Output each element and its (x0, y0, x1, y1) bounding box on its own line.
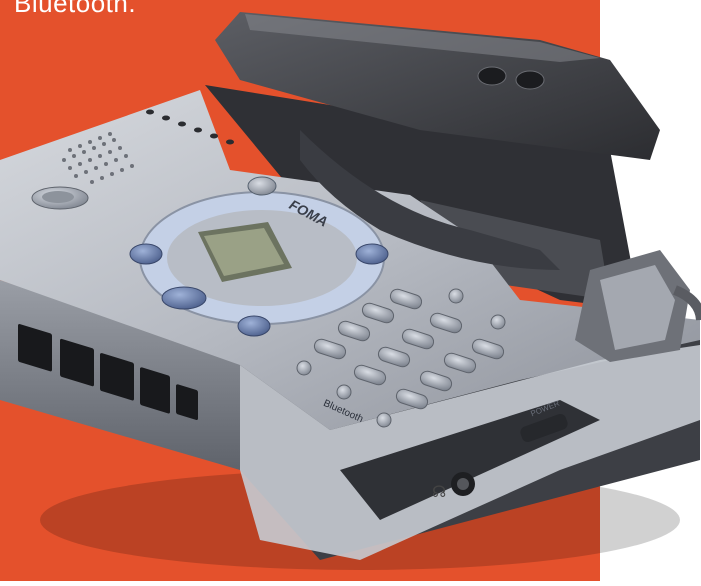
headset-icon: ☊ (432, 482, 446, 501)
nav-left-button[interactable] (129, 243, 163, 265)
handset-button-2[interactable] (515, 70, 545, 90)
function-button-d[interactable] (336, 384, 352, 400)
function-button-a[interactable] (448, 288, 464, 304)
nav-down-button[interactable] (237, 315, 271, 337)
nav-right-button[interactable] (355, 243, 389, 265)
nav-up-button[interactable] (247, 176, 277, 196)
headset-jack-inner (457, 478, 469, 490)
select-button[interactable] (161, 286, 207, 310)
phonebook-button-inner (42, 191, 74, 203)
caption-text: Bluetooth. (14, 0, 137, 18)
function-button-c[interactable] (296, 360, 312, 376)
device-illustration: ☊ (0, 0, 701, 581)
handset-button-1[interactable] (477, 66, 507, 86)
function-button-b[interactable] (490, 314, 506, 330)
product-photo: ☊ Bluetooth. FOMA Bluetooth POWER (0, 0, 701, 581)
function-button-e[interactable] (376, 412, 392, 428)
